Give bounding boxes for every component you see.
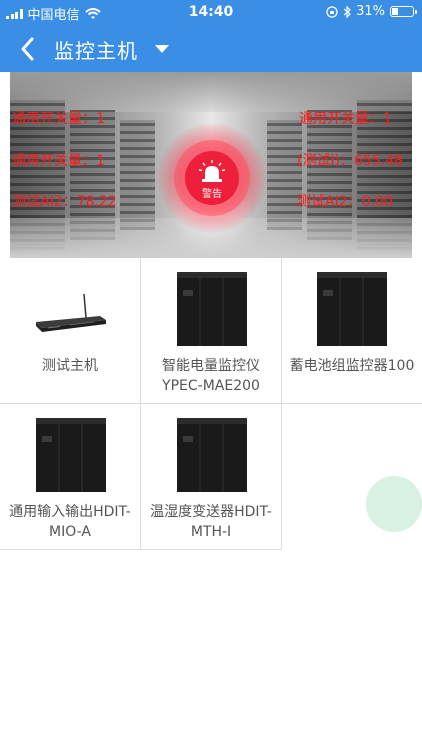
device-name-line2: MTH-I [190,524,232,540]
status-bar: 中国电信 14:40 31% [0,0,422,26]
battery-icon [390,6,417,17]
caret-down-icon[interactable] [155,45,169,53]
host-device-icon [36,293,106,332]
monitor-banner: 通用开关量：1 通用开关量：1 测试AI2：78.22 通用开关量：1 (测试I… [10,72,412,258]
device-name-line1: 温湿度变送器HDIT- [150,504,272,520]
device-tile-battery-monitor[interactable]: 蓄电池组监控器100 [282,258,422,404]
banner-ceiling [10,72,412,112]
banner-right-value-1: 通用开关量：1 [299,111,392,127]
server-rack-left-3 [120,120,155,230]
banner-right-value-2: (测试I)：655.48 [297,153,404,169]
device-name: 蓄电池组监控器100 [282,356,422,376]
device-name-line1: 智能电量监控仪 [162,358,260,374]
banner-right-value-3: 测试AI2：0.00 [297,194,393,210]
device-name: 测试主机 [0,356,140,376]
device-name-line2: MIO-A [49,524,91,540]
device-name: 智能电量监控仪 YPEC-MAE200 [141,356,281,396]
cabinet-icon [177,418,247,492]
page-title[interactable]: 监控主机 [54,35,138,64]
battery-percent: 31% [356,4,385,19]
device-name: 通用输入输出HDIT- MIO-A [0,502,140,542]
cabinet-icon [36,418,106,492]
device-name-line2: YPEC-MAE200 [162,378,260,394]
alarm-label: 警告 [202,189,222,200]
banner-left-value-2: 通用开关量：1 [12,153,105,169]
status-right: 31% [326,4,417,19]
orientation-lock-icon [326,5,338,18]
device-tile-io-module[interactable]: 通用输入输出HDIT- MIO-A [0,404,141,550]
cabinet-icon [177,272,247,346]
banner-left-value-1: 通用开关量：1 [12,111,105,127]
device-name: 温湿度变送器HDIT- MTH-I [141,502,281,542]
chevron-left-icon[interactable] [14,34,44,64]
cabinet-icon [317,272,387,346]
alarm-button[interactable]: 警告 [185,151,239,205]
device-tile-temp-humidity[interactable]: 温湿度变送器HDIT- MTH-I [141,404,282,550]
server-rack-right-3 [267,120,302,230]
nav-bar: 监控主机 [0,26,422,72]
siren-icon [198,160,226,182]
bluetooth-icon [343,5,351,18]
device-name-line1: 测试主机 [42,358,98,374]
floating-action-button[interactable] [366,476,422,532]
device-tile-power-monitor[interactable]: 智能电量监控仪 YPEC-MAE200 [141,258,282,404]
device-name-line1: 通用输入输出HDIT- [9,504,131,520]
device-tile-test-host[interactable]: 测试主机 [0,258,141,404]
device-name-line1: 蓄电池组监控器100 [289,358,415,374]
banner-left-value-3: 测试AI2：78.22 [12,194,117,210]
